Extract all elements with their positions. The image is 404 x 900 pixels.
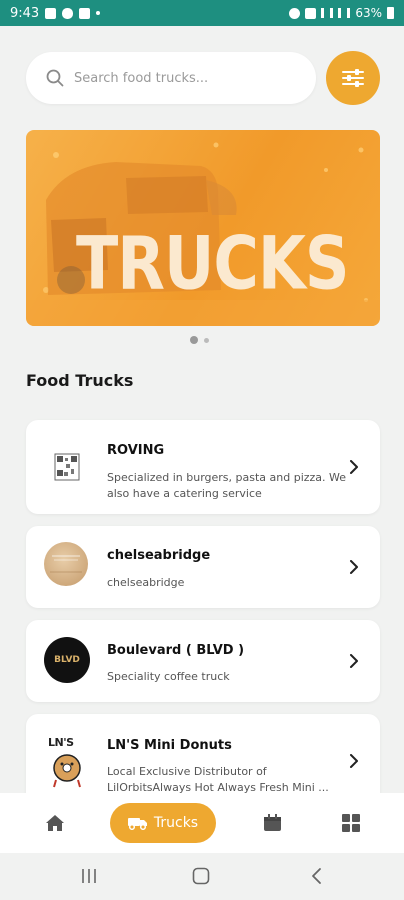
battery-percent: 63% xyxy=(355,6,382,20)
nav-calendar[interactable] xyxy=(262,813,282,833)
nav-grid[interactable] xyxy=(341,813,361,833)
nav-home[interactable] xyxy=(44,813,66,833)
section-title: Food Trucks xyxy=(26,371,134,390)
truck-name: LN'S Mini Donuts xyxy=(107,738,232,753)
truck-logo-text: LN'S xyxy=(48,736,74,749)
qr-logo xyxy=(54,453,80,481)
truck-card-roving[interactable]: ROVING Specialized in burgers, pasta and… xyxy=(26,420,380,514)
back-icon[interactable] xyxy=(310,867,322,885)
truck-name: ROVING xyxy=(107,443,165,458)
chevron-right-icon xyxy=(350,754,358,768)
carousel-dot-active[interactable] xyxy=(190,336,198,344)
chevron-right-icon xyxy=(350,654,358,668)
carousel-indicator xyxy=(190,336,209,344)
carousel-dot[interactable] xyxy=(204,337,209,343)
truck-logo-text: BLVD xyxy=(54,655,80,665)
search-bar[interactable] xyxy=(26,52,316,104)
home-icon xyxy=(46,815,64,831)
truck-icon xyxy=(127,818,147,830)
filter-button[interactable] xyxy=(326,51,380,105)
promo-banner[interactable]: TRUCKS xyxy=(26,130,380,326)
truck-name: Boulevard ( BLVD ) xyxy=(107,643,245,658)
truck-logo xyxy=(44,444,90,490)
truck-card-chelseabridge[interactable]: chelseabridge chelseabridge xyxy=(26,526,380,608)
status-bar: 9:43 63% xyxy=(0,0,404,26)
image-notification-icon xyxy=(45,7,57,19)
truck-logo: LN'S xyxy=(42,734,92,790)
truck-description: Speciality coffee truck xyxy=(107,670,230,683)
more-notifications-icon xyxy=(96,11,101,15)
grid-icon xyxy=(342,814,360,832)
sliders-icon xyxy=(342,69,364,87)
system-nav-bar xyxy=(0,853,404,900)
truck-logo xyxy=(44,542,88,586)
truck-description: Specialized in burgers, pasta and pizza.… xyxy=(107,471,347,500)
truck-description: chelseabridge xyxy=(107,576,185,589)
calendar-icon xyxy=(263,814,281,831)
bottom-nav: Trucks xyxy=(0,793,404,853)
truck-description: Local Exclusive Distributor of LilOrbits… xyxy=(107,765,329,794)
mail-notification-icon xyxy=(79,7,91,19)
alarm-icon xyxy=(289,7,301,19)
nav-trucks[interactable]: Trucks xyxy=(110,803,216,843)
nav-trucks-label: Trucks xyxy=(153,815,199,831)
signal-icon xyxy=(321,8,334,18)
home-button-icon[interactable] xyxy=(192,867,210,885)
wood-logo xyxy=(50,555,82,573)
search-input[interactable] xyxy=(74,70,294,86)
signal-icon-2 xyxy=(338,8,351,18)
chevron-right-icon xyxy=(350,560,358,574)
recent-apps-icon[interactable] xyxy=(80,868,98,884)
battery-icon xyxy=(387,7,394,19)
hotspot-icon xyxy=(305,7,317,19)
truck-card-boulevard[interactable]: BLVD Boulevard ( BLVD ) Speciality coffe… xyxy=(26,620,380,702)
status-time: 9:43 xyxy=(10,5,40,21)
truck-name: chelseabridge xyxy=(107,548,211,563)
truck-logo: BLVD xyxy=(44,637,90,683)
cloud-notification-icon xyxy=(62,7,74,19)
banner-title: TRUCKS xyxy=(76,220,350,307)
search-icon xyxy=(46,69,64,87)
chevron-right-icon xyxy=(350,460,358,474)
